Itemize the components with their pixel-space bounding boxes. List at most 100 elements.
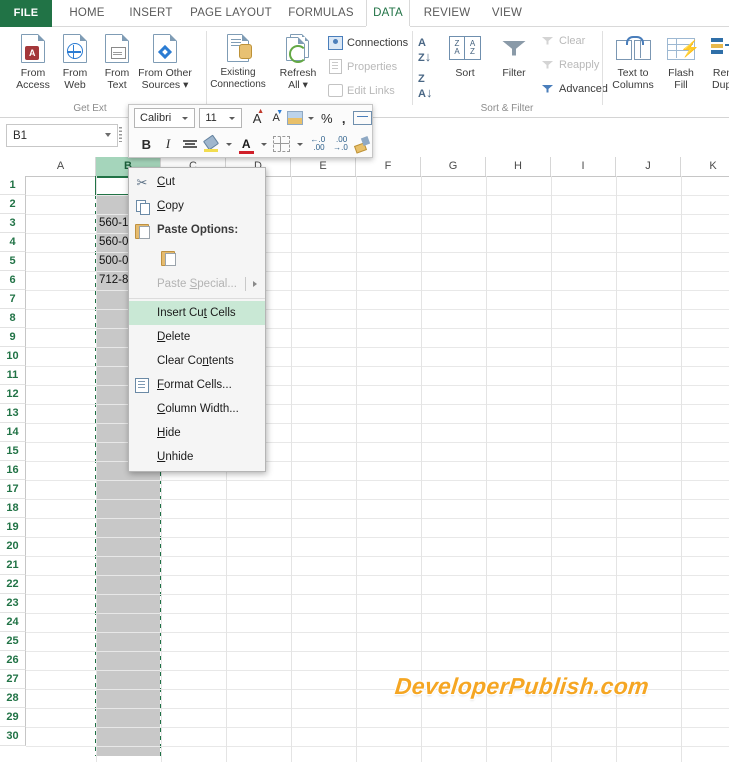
font-size-combo[interactable]: 11 [199,108,243,128]
column-header-k[interactable]: K [681,157,729,176]
advanced-filter-button[interactable]: Advanced [540,81,608,96]
context-menu-item-copy[interactable]: Copy [129,194,265,218]
tab-file[interactable]: FILE [0,0,52,27]
connections-button[interactable]: Connections [328,35,408,50]
row-header-4[interactable]: 4 [0,233,26,252]
row-header-20[interactable]: 20 [0,537,26,556]
row-header-9[interactable]: 9 [0,328,26,347]
column-header-h[interactable]: H [486,157,551,176]
column-header-f[interactable]: F [356,157,421,176]
row-header-29[interactable]: 29 [0,708,26,727]
remove-duplicates-button[interactable]: RemDupli [702,31,729,91]
row-header-14[interactable]: 14 [0,423,26,442]
row-header-8[interactable]: 8 [0,309,26,328]
cell-b3[interactable]: 560-1 [99,214,128,233]
increase-decimal-button[interactable]: ←.0 .00 [308,133,328,155]
row-header-11[interactable]: 11 [0,366,26,385]
row-header-24[interactable]: 24 [0,613,26,632]
accounting-dropdown[interactable] [306,107,316,129]
font-color-dropdown[interactable] [259,133,269,155]
clear-filter-button[interactable]: Clear [540,33,585,48]
row-header-3[interactable]: 3 [0,214,26,233]
column-header-e[interactable]: E [291,157,356,176]
row-header-12[interactable]: 12 [0,385,26,404]
row-header-5[interactable]: 5 [0,252,26,271]
center-align-button[interactable] [180,133,199,155]
row-header-16[interactable]: 16 [0,461,26,480]
tab-view[interactable]: VIEW [484,0,530,27]
tab-home[interactable]: HOME [58,0,116,27]
context-menu-item-insert-cut-cells[interactable]: Insert Cut Cells [129,301,265,325]
column-header-i[interactable]: I [551,157,616,176]
tab-page-layout[interactable]: PAGE LAYOUT [184,0,278,27]
text-to-columns-button[interactable]: Text to Columns [604,31,662,91]
increase-font-size-button[interactable]: A ▲ [249,107,265,129]
context-menu-item-unhide[interactable]: Unhide [129,445,265,469]
italic-button[interactable]: I [159,133,178,155]
column-header-j[interactable]: J [616,157,681,176]
tab-formulas[interactable]: FORMULAS [282,0,360,27]
context-menu-item-clear-contents[interactable]: Clear Contents [129,349,265,373]
row-header-1[interactable]: 1 [0,176,26,195]
column-header-a[interactable]: A [26,157,96,176]
name-box-chevron-down-icon[interactable] [105,133,111,137]
existing-connections-button[interactable]: ConnectionsExistingConnections [208,31,268,91]
row-header-21[interactable]: 21 [0,556,26,575]
row-header-27[interactable]: 27 [0,670,26,689]
font-size-chevron-down-icon[interactable] [229,116,236,120]
from-other-sources-button[interactable]: From Other Sources ▾ [126,31,204,91]
decrease-font-size-button[interactable]: A ▼ [268,107,284,129]
flash-fill-button[interactable]: ⚡ Flash Fill [660,31,702,91]
filter-button[interactable]: Filter [490,31,538,79]
context-menu-item-column-width[interactable]: Column Width... [129,397,265,421]
cell-b6[interactable]: 712-8 [99,271,128,290]
context-menu-item-icon[interactable] [129,242,265,272]
properties-button[interactable]: Properties [328,59,397,74]
row-header-22[interactable]: 22 [0,575,26,594]
tab-data[interactable]: DATA [366,0,410,27]
percent-style-button[interactable]: % [319,107,334,129]
row-header-18[interactable]: 18 [0,499,26,518]
borders-button[interactable] [272,133,293,155]
font-name-chevron-down-icon[interactable] [182,116,189,120]
refresh-all-button[interactable]: Refresh All ▾ [270,31,326,91]
format-painter-button[interactable] [353,133,372,155]
sort-descending-button[interactable]: Z A↓ [418,71,432,101]
fill-color-button[interactable] [202,133,221,155]
tab-review[interactable]: REVIEW [416,0,478,27]
row-header-17[interactable]: 17 [0,480,26,499]
sort-button[interactable]: ZA AZ Sort [442,31,488,79]
context-menu-item-format-cells[interactable]: Format Cells... [129,373,265,397]
name-box[interactable]: B1 [6,124,118,147]
row-header-7[interactable]: 7 [0,290,26,309]
cell-b5[interactable]: 500-0 [99,252,128,271]
cell-b4[interactable]: 560-0 [99,233,128,252]
tab-insert[interactable]: INSERT [122,0,180,27]
merge-cells-button[interactable] [352,107,372,129]
row-header-13[interactable]: 13 [0,404,26,423]
edit-links-button[interactable]: Edit Links [328,83,395,98]
comma-style-button[interactable]: , [337,107,350,129]
context-menu-item-paste-special[interactable]: Paste Special... [129,272,265,296]
row-header-30[interactable]: 30 [0,727,26,746]
borders-dropdown[interactable] [295,133,305,155]
fill-color-dropdown[interactable] [224,133,234,155]
accounting-format-button[interactable] [287,107,304,129]
row-header-19[interactable]: 19 [0,518,26,537]
row-header-23[interactable]: 23 [0,594,26,613]
row-header-28[interactable]: 28 [0,689,26,708]
row-header-25[interactable]: 25 [0,632,26,651]
bold-button[interactable]: B [137,133,156,155]
row-header-15[interactable]: 15 [0,442,26,461]
row-header-2[interactable]: 2 [0,195,26,214]
font-name-combo[interactable]: Calibri [134,108,196,128]
sort-ascending-button[interactable]: A Z↓ [418,35,431,65]
context-menu-item-hide[interactable]: Hide [129,421,265,445]
context-menu-item-cut[interactable]: ✂ Cut [129,170,265,194]
decrease-decimal-button[interactable]: .00 →.0 [331,133,351,155]
context-menu-item-delete[interactable]: Delete [129,325,265,349]
row-header-26[interactable]: 26 [0,651,26,670]
reapply-filter-button[interactable]: Reapply [540,57,599,72]
column-header-g[interactable]: G [421,157,486,176]
row-header-10[interactable]: 10 [0,347,26,366]
